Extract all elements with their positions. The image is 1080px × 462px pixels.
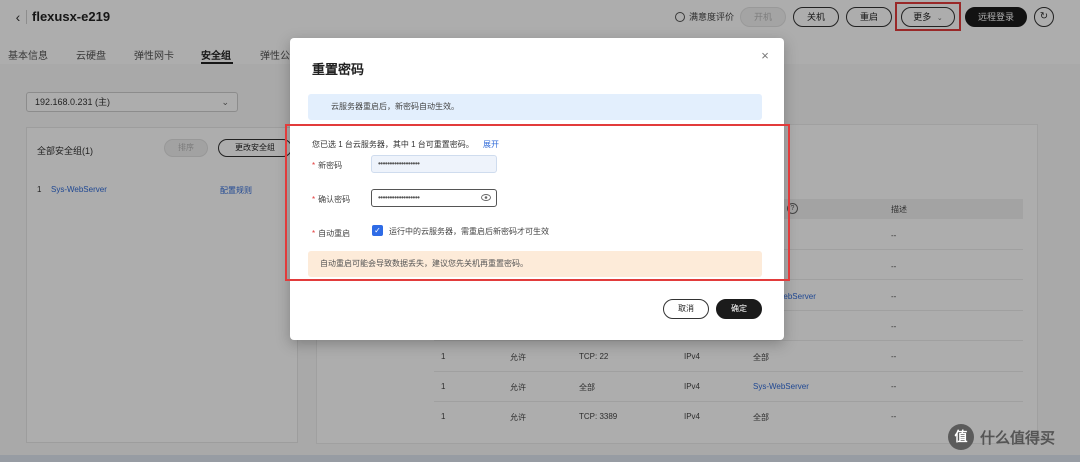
cancel-button[interactable]: 取消 [663, 299, 709, 319]
form-highlight-box [285, 124, 790, 281]
watermark-text: 什么值得买 [980, 429, 1056, 447]
confirm-button[interactable]: 确定 [716, 299, 762, 319]
info-banner: 云服务器重启后，新密码自动生效。 [308, 94, 762, 120]
watermark: 值 什么值得买 [948, 424, 1055, 450]
dialog-title: 重置密码 [312, 62, 365, 77]
watermark-logo: 值 [948, 424, 974, 450]
close-icon[interactable]: × [758, 49, 772, 63]
